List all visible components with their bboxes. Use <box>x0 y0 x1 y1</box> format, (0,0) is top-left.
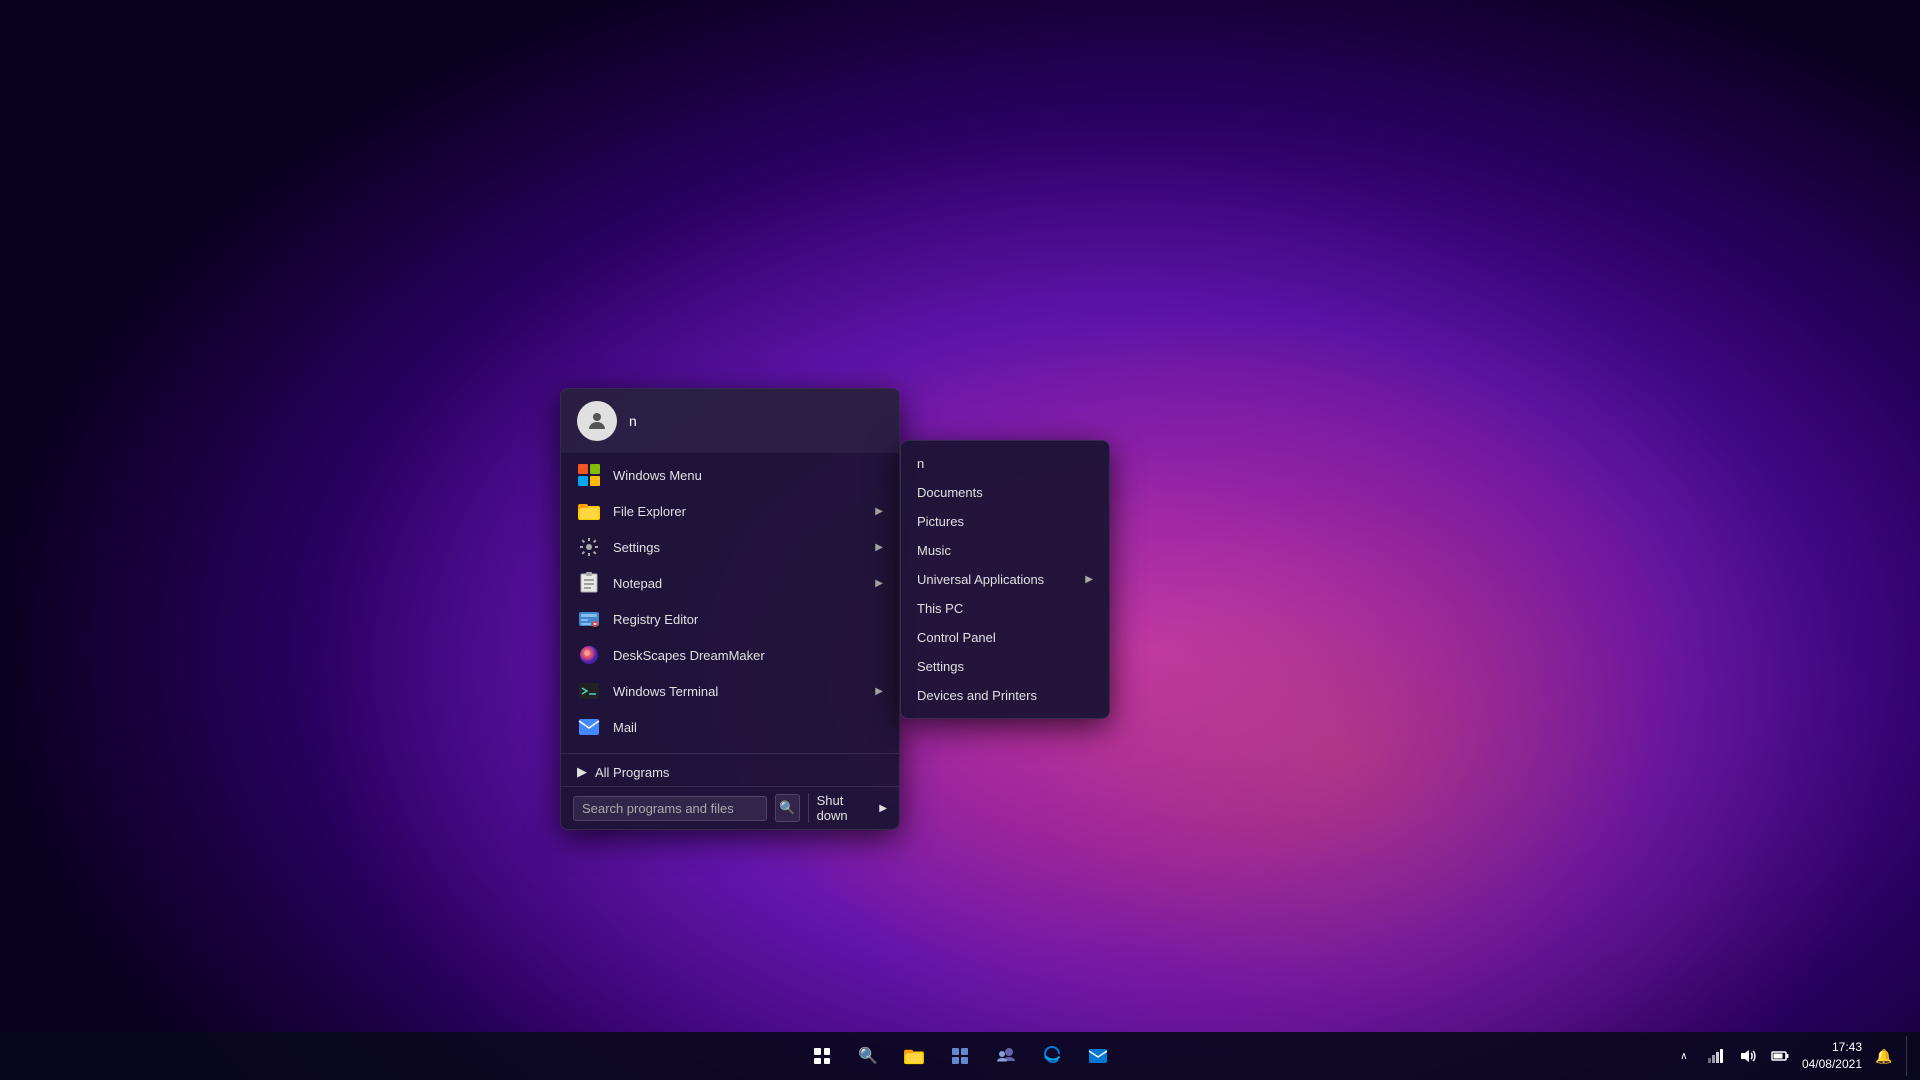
all-programs-arrow: ▶ <box>577 764 587 780</box>
shutdown-arrow: ▶ <box>879 803 887 814</box>
start-button[interactable] <box>802 1036 842 1076</box>
menu-item-windows-terminal[interactable]: Windows Terminal ▶ <box>561 673 899 709</box>
menu-item-registry-editor[interactable]: Registry Editor <box>561 601 899 637</box>
universal-apps-arrow: ▶ <box>1085 574 1093 585</box>
devices-printers-label: Devices and Printers <box>917 688 1037 703</box>
terminal-arrow: ▶ <box>875 686 883 697</box>
documents-label: Documents <box>917 485 983 500</box>
search-bar: 🔍 Shut down ▶ <box>561 786 899 829</box>
network-icon[interactable] <box>1702 1042 1730 1070</box>
search-input[interactable] <box>573 796 767 821</box>
universal-apps-label: Universal Applications <box>917 572 1044 587</box>
all-programs-btn[interactable]: ▶ All Programs <box>561 758 899 786</box>
terminal-icon <box>577 679 601 703</box>
menu-item-windows-menu[interactable]: Windows Menu <box>561 457 899 493</box>
taskbar-edge[interactable] <box>1032 1036 1072 1076</box>
right-menu-item-settings[interactable]: Settings <box>901 652 1109 681</box>
pictures-label: Pictures <box>917 514 964 529</box>
right-menu-item-devices-printers[interactable]: Devices and Printers <box>901 681 1109 710</box>
notification-bell[interactable]: 🔔 <box>1870 1042 1898 1070</box>
taskbar-clock[interactable]: 17:43 04/08/2021 <box>1802 1039 1862 1073</box>
folder-icon <box>577 499 601 523</box>
menu-divider <box>561 753 899 754</box>
right-settings-label: Settings <box>917 659 964 674</box>
mail-label: Mail <box>613 720 883 735</box>
windows-menu-label: Windows Menu <box>613 468 883 483</box>
right-menu-item-this-pc[interactable]: This PC <box>901 594 1109 623</box>
user-section[interactable]: n <box>561 389 899 453</box>
menu-item-deskscapes[interactable]: DeskScapes DreamMaker <box>561 637 899 673</box>
notepad-arrow: ▶ <box>875 578 883 589</box>
all-programs-label: All Programs <box>595 765 669 780</box>
right-user-label: n <box>917 456 924 471</box>
right-menu-item-music[interactable]: Music <box>901 536 1109 565</box>
menu-item-settings[interactable]: Settings ▶ <box>561 529 899 565</box>
file-explorer-arrow: ▶ <box>875 506 883 517</box>
taskbar-teams[interactable] <box>986 1036 1026 1076</box>
notepad-label: Notepad <box>613 576 863 591</box>
user-name: n <box>629 413 637 429</box>
settings-label: Settings <box>613 540 863 555</box>
tray-chevron[interactable]: ∧ <box>1670 1042 1698 1070</box>
taskbar: 🔍 <box>0 1032 1920 1080</box>
taskbar-center: 🔍 <box>802 1036 1118 1076</box>
file-explorer-label: File Explorer <box>613 504 863 519</box>
windows-terminal-label: Windows Terminal <box>613 684 863 699</box>
deskscapes-label: DeskScapes DreamMaker <box>613 648 883 663</box>
settings-arrow: ▶ <box>875 542 883 553</box>
taskbar-task-view[interactable] <box>940 1036 980 1076</box>
right-menu-item-control-panel[interactable]: Control Panel <box>901 623 1109 652</box>
taskbar-search-button[interactable]: 🔍 <box>848 1036 888 1076</box>
show-desktop-btn[interactable] <box>1906 1036 1912 1076</box>
search-submit-icon[interactable]: 🔍 <box>775 794 800 822</box>
menu-item-mail[interactable]: Mail <box>561 709 899 745</box>
right-menu-item-universal-apps[interactable]: Universal Applications ▶ <box>901 565 1109 594</box>
taskbar-file-explorer[interactable] <box>894 1036 934 1076</box>
deskscapes-icon <box>577 643 601 667</box>
control-panel-label: Control Panel <box>917 630 996 645</box>
notification-area: ∧ <box>1670 1042 1794 1070</box>
start-menu-right-panel: n Documents Pictures Music Universal App… <box>900 440 1110 719</box>
right-menu-item-pictures[interactable]: Pictures <box>901 507 1109 536</box>
settings-icon <box>577 535 601 559</box>
menu-item-notepad[interactable]: Notepad ▶ <box>561 565 899 601</box>
music-label: Music <box>917 543 951 558</box>
taskbar-tray: ∧ <box>1670 1036 1912 1076</box>
windows-menu-icon <box>577 463 601 487</box>
volume-icon[interactable] <box>1734 1042 1762 1070</box>
right-menu-item-documents[interactable]: Documents <box>901 478 1109 507</box>
menu-items-list: Windows Menu File Explorer ▶ Se <box>561 453 899 749</box>
clock-time: 17:43 <box>1802 1039 1862 1056</box>
start-menu: n Windows Menu <box>560 388 900 830</box>
registry-editor-label: Registry Editor <box>613 612 883 627</box>
this-pc-label: This PC <box>917 601 963 616</box>
menu-item-file-explorer[interactable]: File Explorer ▶ <box>561 493 899 529</box>
registry-icon <box>577 607 601 631</box>
battery-icon[interactable] <box>1766 1042 1794 1070</box>
user-avatar <box>577 401 617 441</box>
mail-icon <box>577 715 601 739</box>
taskbar-mail[interactable] <box>1078 1036 1118 1076</box>
shutdown-btn[interactable]: Shut down ▶ <box>808 793 887 823</box>
right-user-item: n <box>901 449 1109 478</box>
clock-date: 04/08/2021 <box>1802 1056 1862 1073</box>
notepad-icon <box>577 571 601 595</box>
shutdown-label: Shut down <box>817 793 868 823</box>
